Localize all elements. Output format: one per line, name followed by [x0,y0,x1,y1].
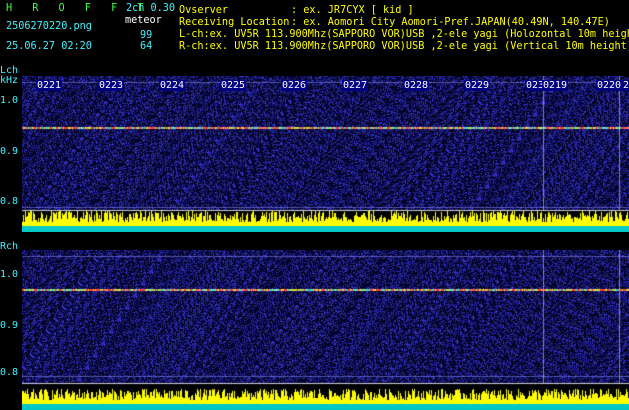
mode-label: 2ch 0.30 [126,3,176,14]
time-label: 0219 [542,80,569,91]
observer-value: : ex. JR7CYX [ kid ] [291,5,414,16]
time-label: 0225 [220,80,247,91]
lch-freq-label-0-9: 0.9 [0,146,19,157]
lch-time-axis: 0221 0223 0224 0225 0226 0227 0228 0229 … [22,80,629,92]
rch-freq-label-1-0: 1.0 [0,269,19,280]
rch-channel-label: Rch [0,241,19,252]
time-label: 0221 [36,80,63,91]
mode-sub-label: meteor [125,15,162,26]
time-label: 0220 [596,80,623,91]
rch-freq-label-0-9: 0.9 [0,320,19,331]
lch-unit-label: kHz [0,75,19,86]
time-label: 2 [622,80,629,91]
count-rch: 64 [140,41,153,52]
lch-spectrogram[interactable] [22,76,629,232]
rch-info: R-ch:ex. UV5R 113.900Mhz(SAPPORO VOR)USB… [179,41,629,52]
filename-label: 2506270220.png [6,21,92,32]
time-label: 0226 [281,80,308,91]
time-label: 0223 [98,80,125,91]
time-label: 0228 [403,80,430,91]
count-lch: 99 [140,30,153,41]
time-label: 0229 [464,80,491,91]
location-value: : ex. Aomori City Aomori-Pref.JAPAN(40.4… [291,17,610,28]
lch-info: L-ch:ex. UV5R 113.900Mhz(SAPPORO VOR)USB… [179,29,629,40]
lch-freq-label-1-0: 1.0 [0,95,19,106]
location-label: Receiving Location [179,17,290,28]
observer-label: Ovserver [179,5,229,16]
lch-panel: Lch kHz 1.0 0.9 0.8 0221 0223 0224 0225 … [0,66,629,232]
time-label: 0227 [342,80,369,91]
rch-freq-label-0-8: 0.8 [0,367,19,378]
rch-panel: Rch 1.0 0.9 0.8 [0,240,629,410]
lch-freq-label-0-8: 0.8 [0,196,19,207]
rch-spectrogram[interactable] [22,250,629,410]
time-label: 0224 [159,80,186,91]
datetime-label: 25.06.27 02:20 [6,41,92,52]
